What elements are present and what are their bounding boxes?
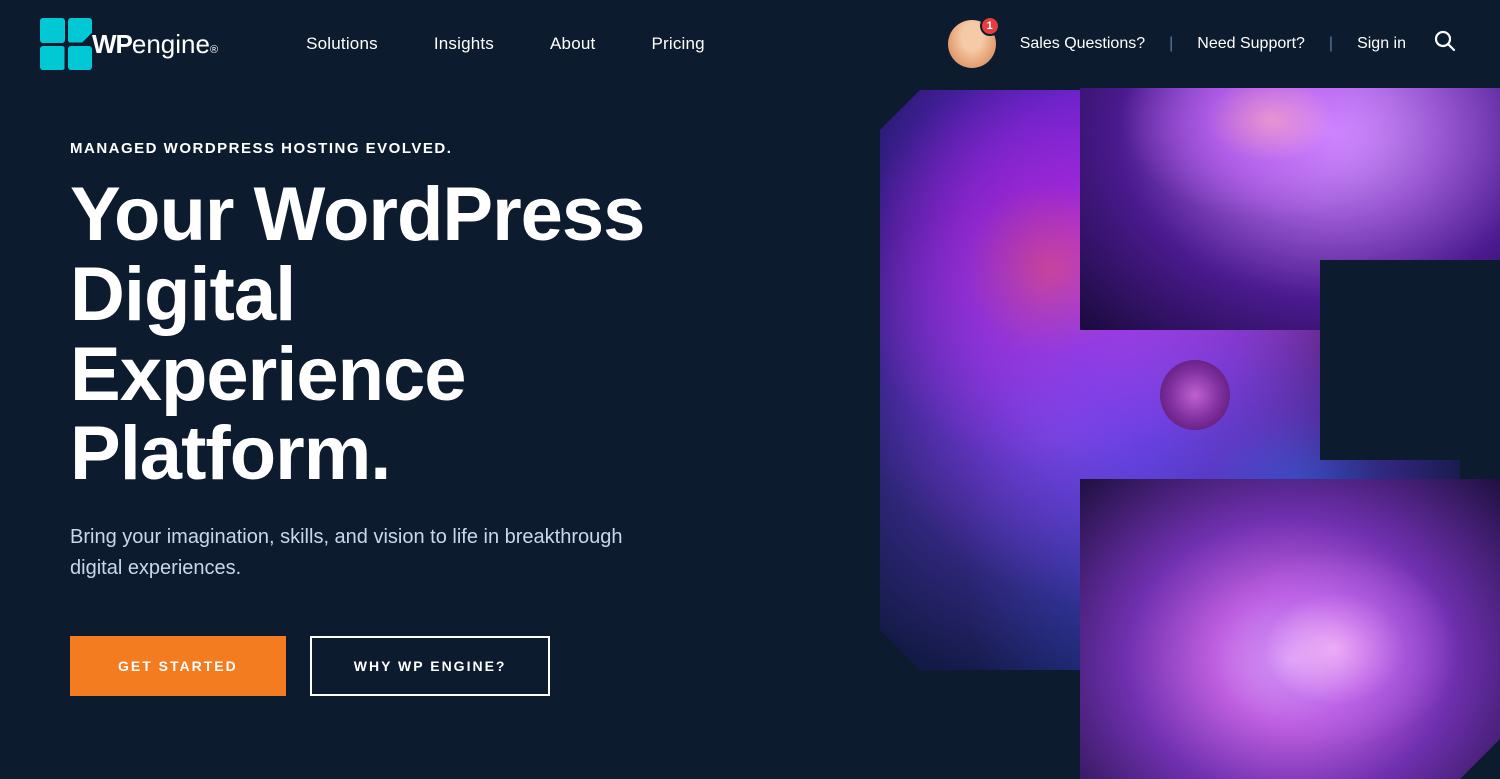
navbar: WP engine ® Solutions Insights About Pri… — [0, 0, 1500, 88]
hero-subtitle: MANAGED WORDPRESS HOSTING EVOLVED. — [70, 140, 750, 157]
logo-wp: WP — [92, 29, 132, 60]
logo-square-bl — [40, 46, 65, 71]
art-circle-decoration — [1160, 360, 1230, 430]
art-panel-gap — [1320, 260, 1500, 460]
logo-engine: engine — [132, 29, 210, 60]
need-support-link[interactable]: Need Support? — [1197, 35, 1305, 53]
hero-title: Your WordPress Digital Experience Platfo… — [70, 175, 750, 494]
hero-art-grid — [680, 0, 1500, 779]
logo-text: WP engine ® — [92, 29, 218, 60]
hero-title-line2: Experience Platform. — [70, 332, 466, 497]
nav-insights[interactable]: Insights — [406, 34, 522, 54]
why-wpengine-button[interactable]: WHY WP ENGINE? — [310, 636, 551, 696]
art-panel-bottom-right — [1080, 479, 1500, 779]
nav-divider-1: | — [1169, 35, 1173, 53]
hero-cta-group: GET STARTED WHY WP ENGINE? — [70, 636, 750, 696]
hero-title-line1: Your WordPress Digital — [70, 172, 644, 337]
logo-square-br — [68, 46, 93, 71]
get-started-button[interactable]: GET STARTED — [70, 636, 286, 696]
logo-square-tr — [68, 18, 93, 43]
logo-icon — [40, 18, 92, 70]
logo-reg: ® — [210, 44, 218, 56]
nav-about[interactable]: About — [522, 34, 623, 54]
sales-questions-link[interactable]: Sales Questions? — [1020, 35, 1145, 53]
nav-links: Solutions Insights About Pricing — [278, 34, 948, 54]
logo-square-tl — [40, 18, 65, 43]
hero-section: MANAGED WORDPRESS HOSTING EVOLVED. Your … — [0, 0, 1500, 779]
search-icon — [1434, 30, 1456, 58]
search-button[interactable] — [1430, 26, 1460, 62]
logo[interactable]: WP engine ® — [40, 18, 218, 70]
navbar-right: 1 Sales Questions? | Need Support? | Sig… — [948, 20, 1460, 68]
nav-divider-2: | — [1329, 35, 1333, 53]
hero-content: MANAGED WORDPRESS HOSTING EVOLVED. Your … — [70, 140, 750, 696]
avatar-wrap[interactable]: 1 — [948, 20, 996, 68]
nav-solutions[interactable]: Solutions — [278, 34, 406, 54]
sign-in-link[interactable]: Sign in — [1357, 35, 1406, 53]
hero-description: Bring your imagination, skills, and visi… — [70, 522, 670, 584]
nav-pricing[interactable]: Pricing — [623, 34, 732, 54]
notification-badge: 1 — [980, 16, 1000, 36]
